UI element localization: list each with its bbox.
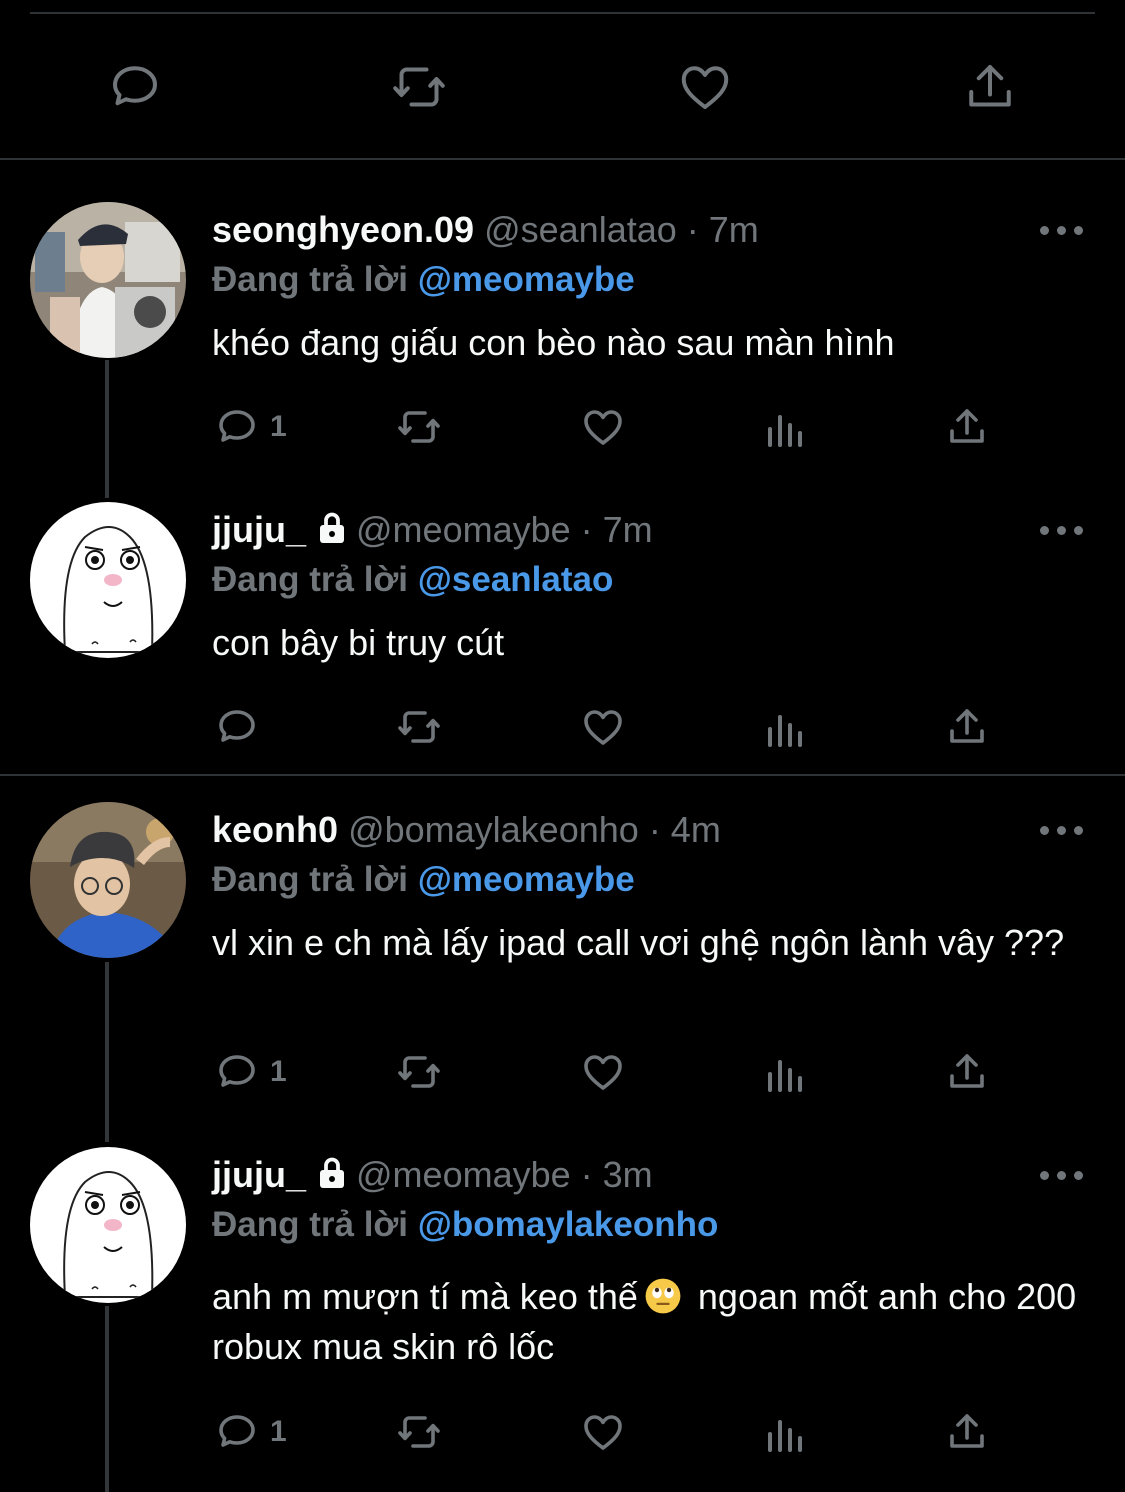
display-name[interactable]: seonghyeon.09: [212, 209, 474, 250]
mention-link[interactable]: @seanlatao: [418, 560, 614, 599]
reply-count: 1: [270, 1055, 287, 1088]
more-options-icon[interactable]: [1040, 220, 1084, 240]
tweet-header: jjuju_ @meomaybe · 7m: [212, 505, 653, 555]
replying-to: Đang trả lời @meomaybe: [212, 855, 635, 905]
display-name[interactable]: keonh0: [212, 809, 338, 850]
reply-icon[interactable]: [213, 1408, 261, 1456]
analytics-icon[interactable]: [762, 705, 810, 753]
mention-link[interactable]: @meomaybe: [418, 260, 635, 299]
retweet-icon[interactable]: [395, 703, 443, 751]
avatar[interactable]: [30, 202, 186, 358]
like-icon[interactable]: [579, 1048, 627, 1096]
tweet-text: khéo đang giấu con bèo nào sau màn hình: [212, 322, 895, 363]
avatar[interactable]: [30, 502, 186, 658]
more-options-icon[interactable]: [1040, 520, 1084, 540]
thread-line: [105, 360, 109, 498]
reply-count: 1: [270, 1415, 287, 1448]
lock-icon: [314, 1154, 350, 1190]
tweet-text: con bây bi truy cút: [212, 622, 505, 663]
analytics-icon[interactable]: [762, 405, 810, 453]
share-icon[interactable]: [943, 703, 991, 751]
handle[interactable]: @meomaybe: [356, 1154, 571, 1195]
top-divider: [30, 12, 1095, 14]
tweet-text-part: anh m mượn tí mà keo thế: [212, 1276, 638, 1317]
mention-link[interactable]: @meomaybe: [418, 860, 635, 899]
handle[interactable]: @meomaybe: [356, 509, 571, 550]
replying-label: Đang trả lời: [212, 860, 409, 899]
tweet-text: anh m mượn tí mà keo thế ngoan mốt anh c…: [212, 1272, 1102, 1372]
replying-to: Đang trả lời @seanlatao: [212, 555, 613, 605]
timestamp[interactable]: · 3m: [581, 1154, 653, 1195]
reply-icon[interactable]: [105, 57, 165, 117]
handle[interactable]: @bomaylakeonho: [348, 809, 639, 850]
retweet-icon[interactable]: [395, 403, 443, 451]
handle[interactable]: @seanlatao: [484, 209, 677, 250]
retweet-icon[interactable]: [389, 57, 449, 117]
display-name[interactable]: jjuju_: [212, 509, 306, 550]
reply-icon[interactable]: [213, 1048, 261, 1096]
more-options-icon[interactable]: [1040, 1165, 1084, 1185]
lock-icon: [314, 509, 350, 545]
replying-label: Đang trả lời: [212, 560, 409, 599]
like-icon[interactable]: [579, 403, 627, 451]
replying-to: Đang trả lời @bomaylakeonho: [212, 1200, 718, 1250]
tweet-header: jjuju_ @meomaybe · 3m: [212, 1150, 653, 1200]
replying-label: Đang trả lời: [212, 260, 409, 299]
share-icon[interactable]: [943, 1408, 991, 1456]
reply-icon[interactable]: [213, 403, 261, 451]
divider: [0, 774, 1125, 776]
avatar[interactable]: [30, 1147, 186, 1303]
reply-icon[interactable]: [213, 703, 261, 751]
face-with-rolling-eyes-emoji: [644, 1277, 682, 1315]
like-icon[interactable]: [579, 703, 627, 751]
share-icon[interactable]: [960, 57, 1020, 117]
tweet-header: seonghyeon.09 @seanlatao · 7m: [212, 205, 759, 255]
divider: [0, 158, 1125, 160]
share-icon[interactable]: [943, 403, 991, 451]
tweet-header: keonh0 @bomaylakeonho · 4m: [212, 805, 721, 855]
analytics-icon[interactable]: [762, 1050, 810, 1098]
tweet-text: vl xin e ch mà lấy ipad call vơi ghệ ngô…: [212, 922, 1065, 963]
share-icon[interactable]: [943, 1048, 991, 1096]
replying-to: Đang trả lời @meomaybe: [212, 255, 635, 305]
more-options-icon[interactable]: [1040, 820, 1084, 840]
timestamp[interactable]: · 7m: [687, 209, 759, 250]
analytics-icon[interactable]: [762, 1410, 810, 1458]
display-name[interactable]: jjuju_: [212, 1154, 306, 1195]
like-icon[interactable]: [675, 57, 735, 117]
like-icon[interactable]: [579, 1408, 627, 1456]
timestamp[interactable]: · 4m: [649, 809, 721, 850]
timestamp[interactable]: · 7m: [581, 509, 653, 550]
avatar[interactable]: [30, 802, 186, 958]
reply-count: 1: [270, 410, 287, 443]
retweet-icon[interactable]: [395, 1048, 443, 1096]
replying-label: Đang trả lời: [212, 1205, 409, 1244]
thread-line: [105, 962, 109, 1142]
thread-line: [105, 1306, 109, 1492]
retweet-icon[interactable]: [395, 1408, 443, 1456]
mention-link[interactable]: @bomaylakeonho: [418, 1205, 719, 1244]
